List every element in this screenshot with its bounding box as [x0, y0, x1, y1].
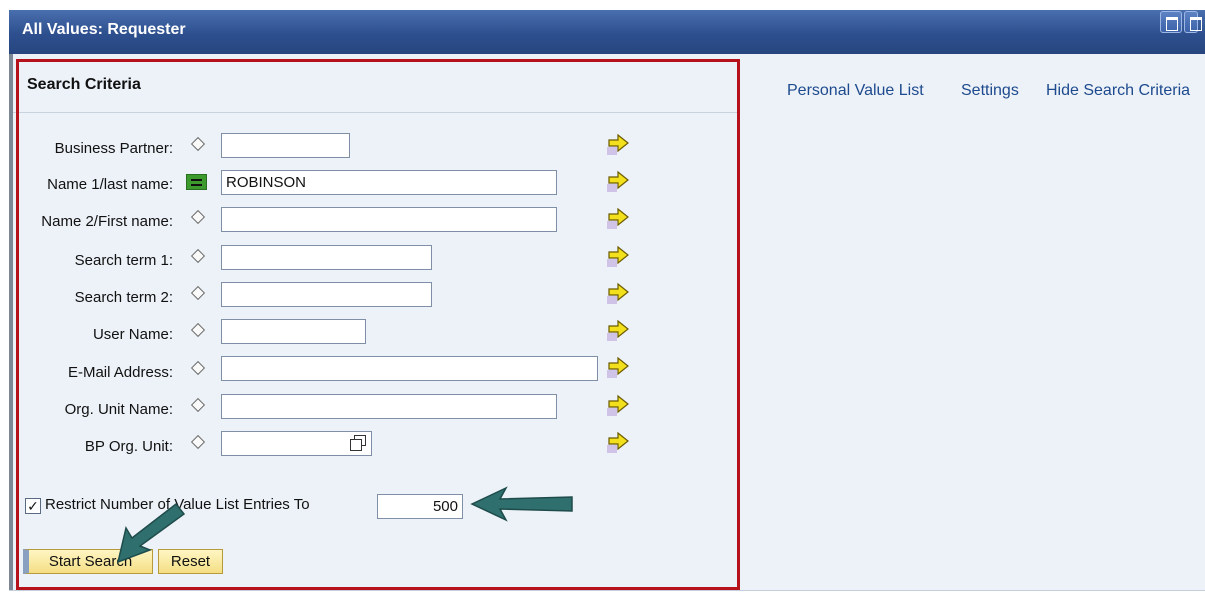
annotation-arrow-icon: [116, 502, 186, 564]
bottom-divider: [9, 590, 1205, 591]
window-title-bar: All Values: Requester: [9, 10, 1205, 54]
settings-link[interactable]: Settings: [961, 82, 1019, 100]
window-title: All Values: Requester: [22, 21, 186, 38]
left-border: [9, 54, 13, 590]
hide-search-criteria-link[interactable]: Hide Search Criteria: [1046, 82, 1190, 100]
annotation-arrow-icon: [470, 486, 573, 522]
maximize-icon[interactable]: [1160, 11, 1182, 33]
personal-value-list-link[interactable]: Personal Value List: [787, 82, 924, 100]
close-icon[interactable]: [1184, 11, 1202, 33]
